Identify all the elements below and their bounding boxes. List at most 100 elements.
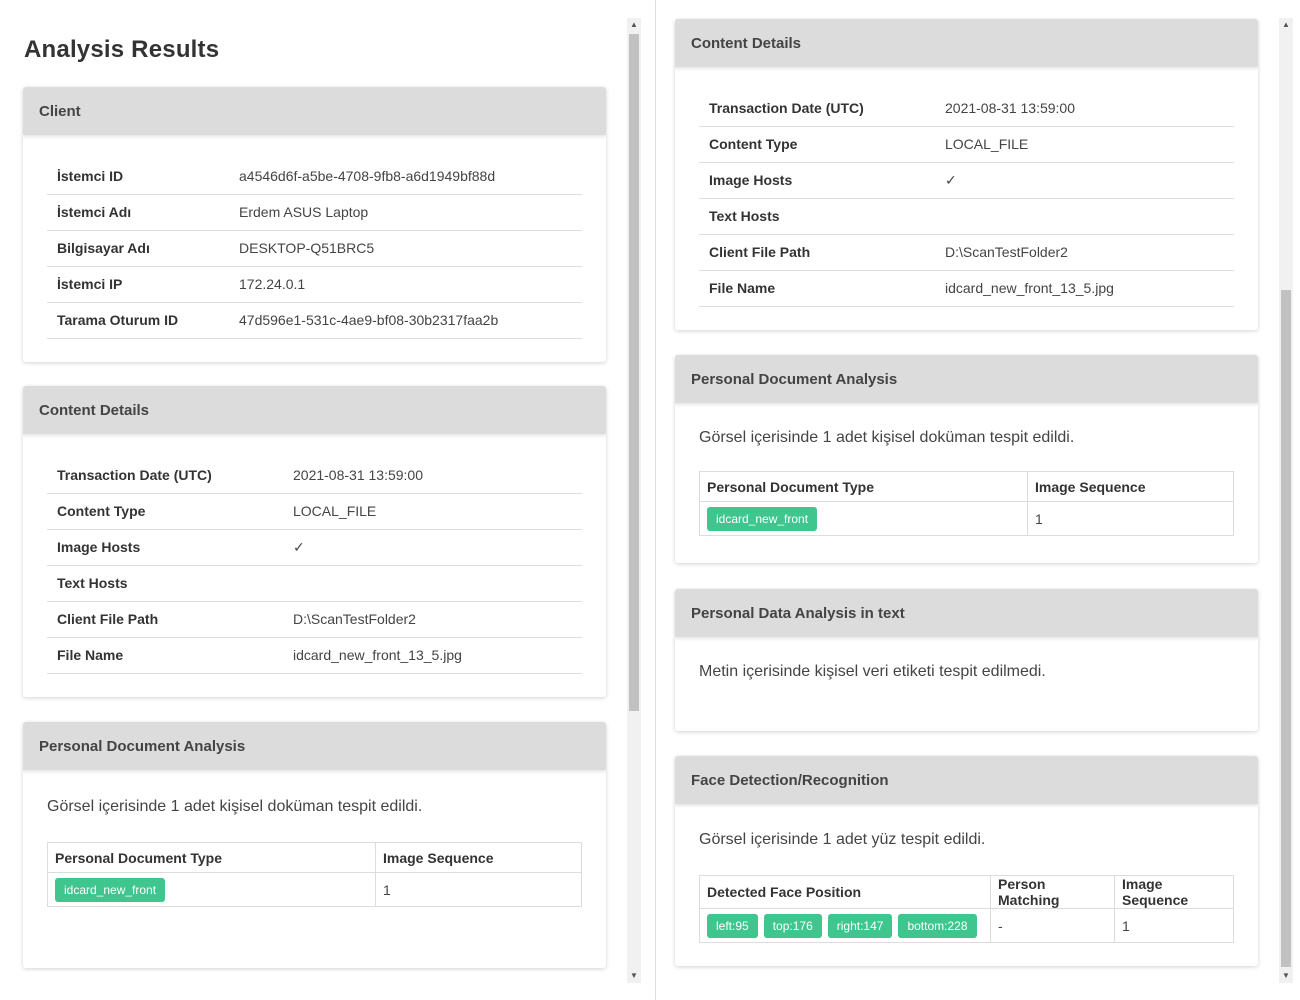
table-row: Content Type LOCAL_FILE <box>699 126 1234 163</box>
left-pane: Analysis Results Client İstemci ID a4546d… <box>0 0 655 1000</box>
table-row: idcard_new_front 1 <box>699 501 1234 536</box>
table-row: Client File Path D:\ScanTestFolder2 <box>47 601 582 638</box>
row-key: İstemci Adı <box>47 194 229 231</box>
right-scrollbar[interactable]: ▲ ▼ <box>1279 18 1293 983</box>
row-key: File Name <box>47 637 283 674</box>
row-key: Client File Path <box>699 234 935 271</box>
table-row: left:95 top:176 right:147 bottom:228 - 1 <box>699 908 1234 943</box>
row-value: DESKTOP-Q51BRC5 <box>229 230 582 267</box>
row-value: D:\ScanTestFolder2 <box>283 601 582 638</box>
row-key: Text Hosts <box>699 198 935 235</box>
row-key: Content Type <box>699 126 935 163</box>
face-position-cell: left:95 top:176 right:147 bottom:228 <box>699 908 991 943</box>
content-details-card: Content Details Transaction Date (UTC) 20… <box>23 386 606 697</box>
personal-data-text-card: Personal Data Analysis in text Metin içe… <box>675 589 1258 731</box>
face-detection-card: Face Detection/Recognition Görsel içeris… <box>675 756 1258 966</box>
row-key: Transaction Date (UTC) <box>699 90 935 127</box>
document-type-badge: idcard_new_front <box>55 877 166 902</box>
table-row: Client File Path D:\ScanTestFolder2 <box>699 234 1234 271</box>
row-key: İstemci ID <box>47 158 229 195</box>
row-value: 47d596e1-531c-4ae9-bf08-30b2317faa2b <box>229 302 582 339</box>
row-value: 2021-08-31 13:59:00 <box>283 457 582 494</box>
row-key: Content Type <box>47 493 283 530</box>
row-key: Client File Path <box>47 601 283 638</box>
row-key: İstemci IP <box>47 266 229 303</box>
face-position-badge: top:176 <box>763 913 822 938</box>
column-header: Personal Document Type <box>47 842 376 873</box>
row-value: 2021-08-31 13:59:00 <box>935 90 1234 127</box>
table-row: Transaction Date (UTC) 2021-08-31 13:59:0… <box>47 457 582 494</box>
personal-document-card: Personal Document Analysis Görsel içeris… <box>675 355 1258 563</box>
face-position-badge: bottom:228 <box>898 913 977 938</box>
client-card: Client İstemci ID a4546d6f-a5be-4708-9fb8… <box>23 87 606 362</box>
face-detection-header: Face Detection/Recognition <box>675 756 1258 804</box>
row-key: Bilgisayar Adı <box>47 230 229 267</box>
row-value: a4546d6f-a5be-4708-9fb8-a6d1949bf88d <box>229 158 582 195</box>
content-details-header: Content Details <box>23 386 606 434</box>
row-key: File Name <box>699 270 935 307</box>
scroll-down-arrow-icon[interactable]: ▼ <box>1279 969 1293 983</box>
document-type-badge: idcard_new_front <box>707 506 818 531</box>
personal-document-header: Personal Document Analysis <box>675 355 1258 403</box>
personal-document-table: Personal Document Type Image Sequence id… <box>699 471 1234 536</box>
column-header: Person Matching <box>990 875 1115 909</box>
person-matching-cell: - <box>990 908 1115 943</box>
personal-document-description: Görsel içerisinde 1 adet kişisel doküman… <box>699 429 1075 446</box>
row-key: Text Hosts <box>47 565 283 602</box>
client-card-header: Client <box>23 87 606 135</box>
row-key: Tarama Oturum ID <box>47 302 229 339</box>
right-scroll-thumb[interactable] <box>1281 290 1291 967</box>
table-row: Text Hosts <box>47 565 582 602</box>
document-type-cell: idcard_new_front <box>47 872 376 907</box>
table-row: idcard_new_front 1 <box>47 872 582 907</box>
table-row: Bilgisayar Adı DESKTOP-Q51BRC5 <box>47 230 582 267</box>
table-row: File Name idcard_new_front_13_5.jpg <box>699 270 1234 307</box>
row-value: idcard_new_front_13_5.jpg <box>283 637 582 674</box>
row-key: Image Hosts <box>47 529 283 566</box>
scroll-up-arrow-icon[interactable]: ▲ <box>627 18 641 32</box>
personal-document-card: Personal Document Analysis Görsel içeris… <box>23 722 606 968</box>
content-details-card: Content Details Transaction Date (UTC) 20… <box>675 19 1258 330</box>
table-row: Tarama Oturum ID 47d596e1-531c-4ae9-bf08-… <box>47 302 582 339</box>
left-scrollbar[interactable]: ▲ ▼ <box>627 18 641 983</box>
row-value: 172.24.0.1 <box>229 266 582 303</box>
personal-document-table: Personal Document Type Image Sequence id… <box>47 842 582 907</box>
table-row: Content Type LOCAL_FILE <box>47 493 582 530</box>
scroll-up-arrow-icon[interactable]: ▲ <box>1279 18 1293 32</box>
table-row: İstemci ID a4546d6f-a5be-4708-9fb8-a6d194… <box>47 158 582 195</box>
right-pane: Content Details Transaction Date (UTC) 20… <box>657 0 1300 1000</box>
row-key: Image Hosts <box>699 162 935 199</box>
face-detection-table: Detected Face Position Person Matching I… <box>699 875 1234 943</box>
face-detection-description: Görsel içerisinde 1 adet yüz tespit edil… <box>699 831 986 848</box>
table-row: Transaction Date (UTC) 2021-08-31 13:59:0… <box>699 90 1234 127</box>
table-header-row: Personal Document Type Image Sequence <box>699 471 1234 502</box>
content-details-table: Transaction Date (UTC) 2021-08-31 13:59:0… <box>47 457 582 674</box>
personal-data-text-description: Metin içerisinde kişisel veri etiketi te… <box>699 663 1046 680</box>
face-position-badge: right:147 <box>827 913 893 938</box>
image-sequence-cell: 1 <box>375 872 582 907</box>
content-details-table: Transaction Date (UTC) 2021-08-31 13:59:0… <box>699 90 1234 307</box>
row-key: Transaction Date (UTC) <box>47 457 283 494</box>
left-scroll-thumb[interactable] <box>629 34 639 711</box>
client-table: İstemci ID a4546d6f-a5be-4708-9fb8-a6d194… <box>47 158 582 339</box>
column-header: Image Sequence <box>1114 875 1234 909</box>
face-position-badge: left:95 <box>707 913 758 938</box>
personal-document-header: Personal Document Analysis <box>23 722 606 770</box>
content-details-header: Content Details <box>675 19 1258 67</box>
checkmark-icon: ✓ <box>935 162 1234 199</box>
personal-document-description: Görsel içerisinde 1 adet kişisel doküman… <box>47 798 423 815</box>
table-row: İstemci IP 172.24.0.1 <box>47 266 582 303</box>
row-value: D:\ScanTestFolder2 <box>935 234 1234 271</box>
image-sequence-cell: 1 <box>1114 908 1234 943</box>
image-sequence-cell: 1 <box>1027 501 1234 536</box>
checkmark-icon: ✓ <box>283 529 582 566</box>
table-header-row: Personal Document Type Image Sequence <box>47 842 582 873</box>
table-row: File Name idcard_new_front_13_5.jpg <box>47 637 582 674</box>
column-header: Detected Face Position <box>699 875 991 909</box>
column-header: Personal Document Type <box>699 471 1028 502</box>
table-row: Image Hosts ✓ <box>47 529 582 566</box>
row-value <box>935 198 1234 235</box>
scroll-down-arrow-icon[interactable]: ▼ <box>627 969 641 983</box>
column-header: Image Sequence <box>375 842 582 873</box>
table-header-row: Detected Face Position Person Matching I… <box>699 875 1234 909</box>
